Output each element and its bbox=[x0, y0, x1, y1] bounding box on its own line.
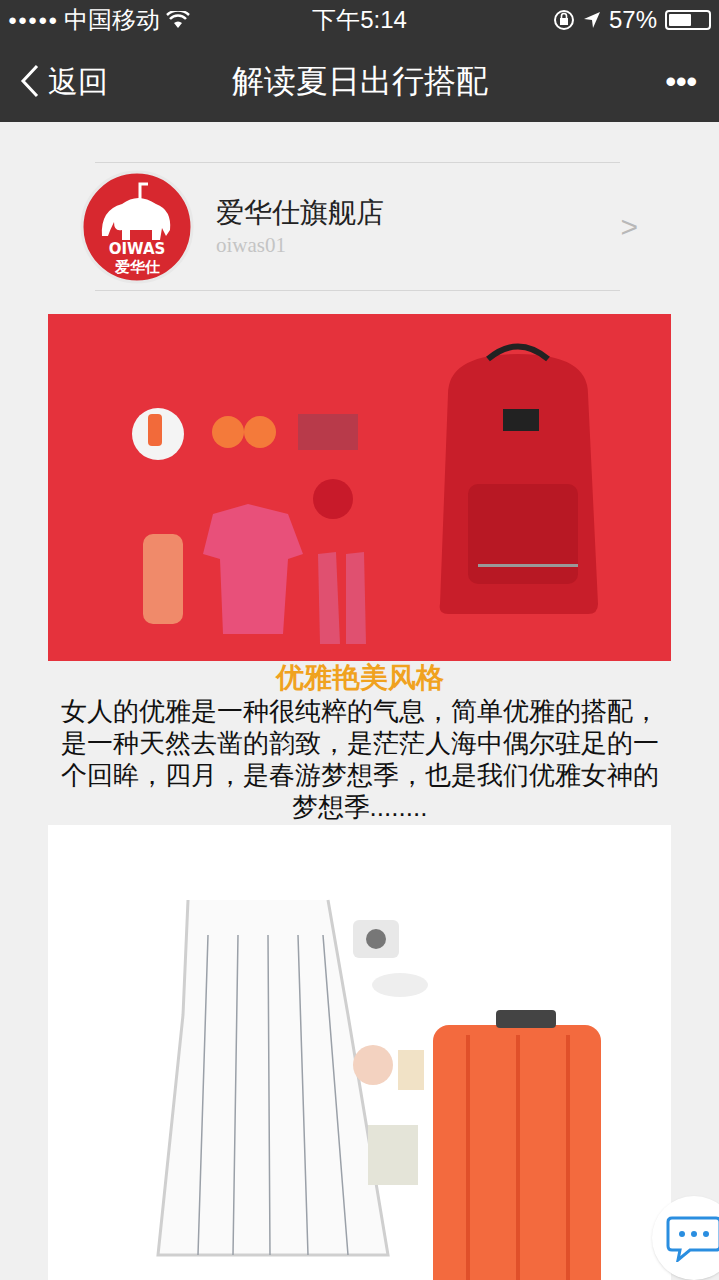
back-button[interactable]: 返回 bbox=[20, 59, 180, 104]
wifi-icon bbox=[166, 11, 190, 29]
outfit-image bbox=[48, 825, 671, 1280]
article: OIWAS 爱华仕 爱华仕旗舰店 oiwas01 > bbox=[0, 122, 719, 1280]
account-name: 爱华仕旗舰店 bbox=[216, 195, 620, 231]
account-id: oiwas01 bbox=[216, 231, 620, 259]
clock: 下午5:14 bbox=[238, 2, 481, 38]
rotation-lock-icon bbox=[553, 9, 575, 31]
brand-logo: OIWAS 爱华仕 bbox=[80, 170, 194, 284]
banner-image bbox=[48, 314, 671, 661]
section-paragraph: 女人的优雅是一种很纯粹的气息，简单优雅的搭配，是一种天然去凿的韵致，是茫茫人海中… bbox=[48, 695, 671, 823]
more-button[interactable]: ••• bbox=[539, 59, 699, 104]
signal-icon: ●●●●● bbox=[8, 9, 58, 32]
location-icon bbox=[583, 11, 601, 29]
nav-bar: 返回 解读夏日出行搭配 ••• bbox=[0, 40, 719, 122]
battery-icon bbox=[665, 10, 711, 30]
chat-bubble-icon bbox=[666, 1214, 719, 1262]
account-card[interactable]: OIWAS 爱华仕 爱华仕旗舰店 oiwas01 > bbox=[0, 162, 719, 291]
status-bar: ●●●●● 中国移动 下午5:14 57% bbox=[0, 0, 719, 40]
logo-chinese: 爱华仕 bbox=[114, 258, 160, 275]
chevron-icon[interactable]: > bbox=[620, 212, 640, 242]
page-title: 解读夏日出行搭配 bbox=[180, 57, 539, 105]
section-heading: 优雅艳美风格 bbox=[48, 661, 671, 695]
back-label[interactable]: 返回 bbox=[48, 59, 108, 104]
screen: ●●●●● 中国移动 下午5:14 57% bbox=[0, 0, 719, 1280]
back-chevron-icon bbox=[20, 64, 40, 98]
battery-fill bbox=[669, 14, 691, 26]
logo-latin: OIWAS bbox=[109, 240, 166, 258]
battery-percent: 57% bbox=[609, 2, 657, 38]
carrier: 中国移动 bbox=[64, 2, 160, 38]
